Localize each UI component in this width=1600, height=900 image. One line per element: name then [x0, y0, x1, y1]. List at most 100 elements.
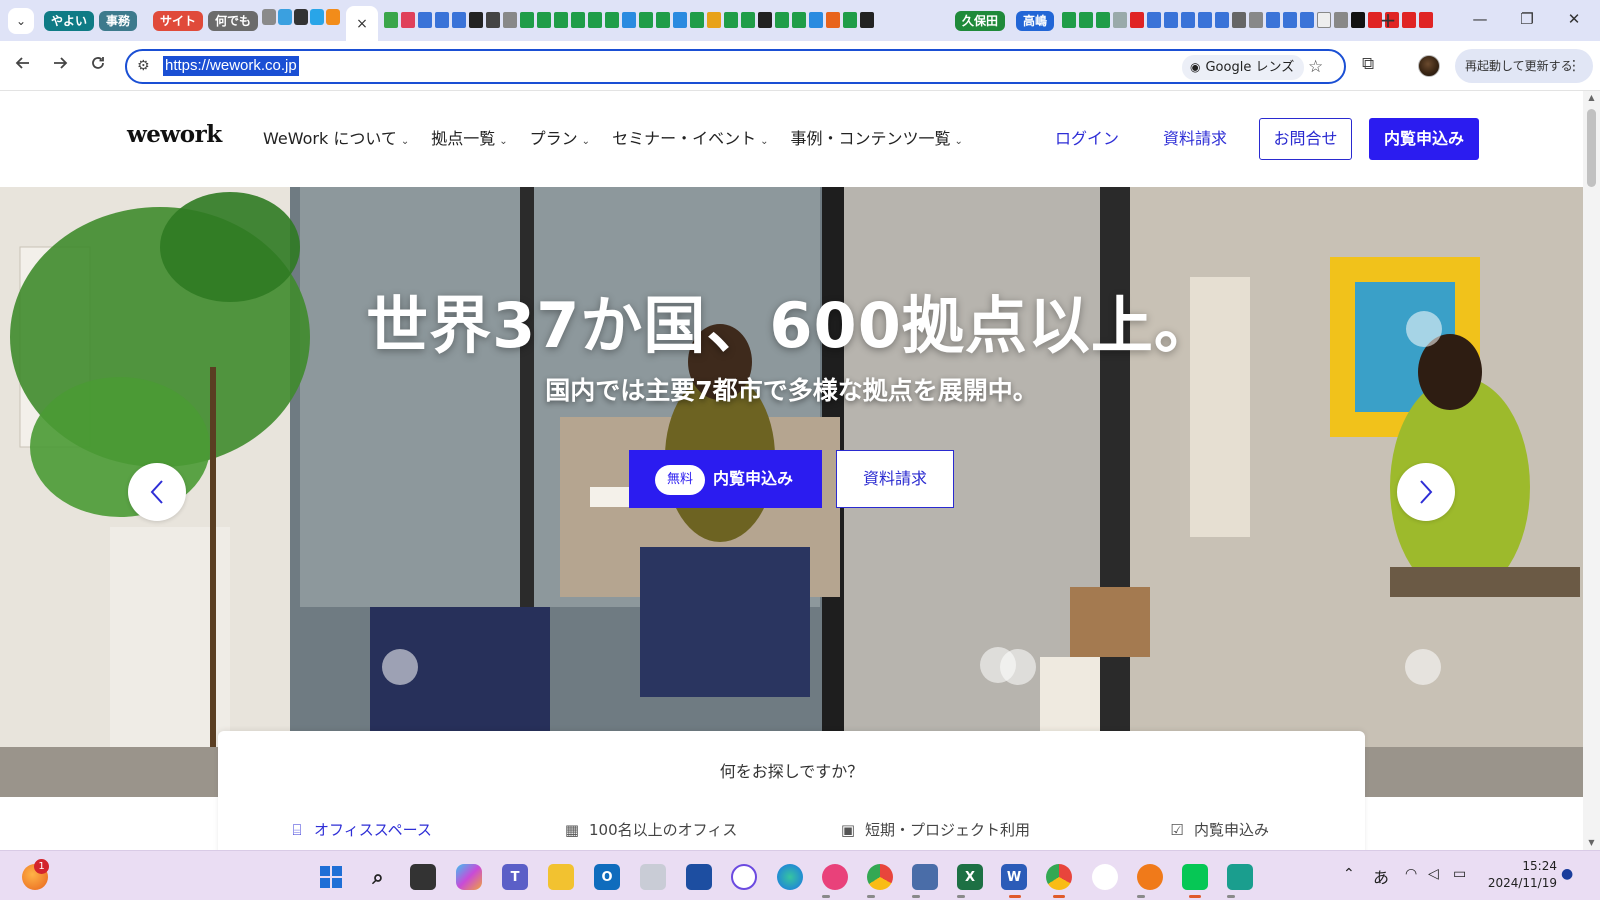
settings-app-icon[interactable] — [640, 864, 666, 890]
tab-group-takashima[interactable]: 高嶋 — [1016, 11, 1055, 31]
tab-favicon[interactable] — [1317, 12, 1331, 28]
minimize-button[interactable]: — — [1468, 10, 1492, 28]
tab-favicon[interactable] — [809, 12, 823, 28]
nav-locations[interactable]: 拠点一覧 ⌄ — [431, 127, 507, 154]
tab-favicon[interactable] — [1402, 12, 1416, 28]
tab-favicon[interactable] — [758, 12, 772, 28]
tab-group-nandemo[interactable]: 何でも — [208, 11, 259, 31]
notification-bell-icon[interactable]: ● — [1561, 866, 1573, 882]
tab-group-jimu[interactable]: 事務 — [99, 11, 138, 31]
tab-favicon[interactable] — [1334, 12, 1348, 28]
tab-favicon[interactable] — [452, 12, 466, 28]
forward-button[interactable] — [48, 54, 72, 78]
tab-favicon[interactable] — [843, 12, 857, 28]
tab-favicon[interactable] — [537, 12, 551, 28]
tab-favicon[interactable] — [707, 12, 721, 28]
nav-plans[interactable]: プラン ⌄ — [530, 127, 590, 154]
tab-favicon[interactable] — [656, 12, 670, 28]
file-explorer-icon[interactable] — [548, 864, 574, 890]
tab-favicon[interactable] — [1113, 12, 1127, 28]
wework-logo[interactable]: wework — [127, 121, 222, 148]
tab-favicon[interactable] — [401, 12, 415, 28]
system-clock[interactable]: 15:24 2024/11/19 — [1487, 858, 1557, 892]
profile-avatar[interactable] — [1418, 55, 1440, 77]
tab-favicon[interactable] — [1266, 12, 1280, 28]
tab-search-button[interactable]: ⌄ — [8, 8, 34, 34]
tab-favicon[interactable] — [554, 12, 568, 28]
chrome-icon[interactable] — [1046, 864, 1072, 890]
volume-icon[interactable]: ◁ — [1428, 866, 1439, 882]
task-view-icon[interactable] — [410, 864, 436, 890]
tab-favicon[interactable] — [860, 12, 874, 28]
tab-favicon[interactable] — [792, 12, 806, 28]
search-option-large-office[interactable]: ▦ 100名以上のオフィス — [563, 819, 737, 840]
tab-favicon[interactable] — [724, 12, 738, 28]
tab-favicon[interactable] — [826, 12, 840, 28]
tab-favicon[interactable] — [469, 12, 483, 28]
brochure-link[interactable]: 資料請求 — [1163, 127, 1227, 151]
tab-favicon[interactable] — [503, 12, 517, 28]
page-scrollbar[interactable]: ▲ ▼ — [1583, 91, 1600, 850]
tab-favicon[interactable] — [605, 12, 619, 28]
tab-favicon[interactable] — [571, 12, 585, 28]
battery-icon[interactable]: ▭ — [1453, 866, 1466, 882]
word-icon[interactable]: W — [1001, 864, 1027, 890]
bookmark-star-icon[interactable]: ☆ — [1308, 57, 1323, 77]
close-window-button[interactable]: ✕ — [1562, 10, 1586, 28]
app-shortcut-icon[interactable] — [1137, 864, 1163, 890]
tab-favicon[interactable] — [1096, 12, 1110, 28]
tab-favicon[interactable] — [1283, 12, 1297, 28]
tab-favicon[interactable] — [1079, 12, 1093, 28]
tab-favicon[interactable] — [435, 12, 449, 28]
reload-button[interactable] — [86, 54, 110, 78]
active-tab[interactable]: × — [346, 6, 378, 42]
tab-favicon[interactable] — [673, 12, 687, 28]
carousel-next-button[interactable] — [1397, 463, 1455, 521]
tour-request-button[interactable]: 内覧申込み — [1369, 118, 1479, 160]
app-shortcut-icon[interactable] — [731, 864, 757, 890]
chrome-profile-icon[interactable] — [867, 864, 893, 890]
login-link[interactable]: ログイン — [1055, 127, 1119, 151]
tab-favicon[interactable] — [278, 9, 292, 25]
hotspot-dot[interactable] — [382, 649, 418, 685]
hero-tour-button[interactable]: 無料 内覧申込み — [629, 450, 822, 508]
address-bar[interactable]: ⚙ https://wework.co.jp ◉ Google レンズ ☆ — [125, 49, 1346, 84]
outlook-icon[interactable]: O — [594, 864, 620, 890]
app-shortcut-icon[interactable] — [1092, 864, 1118, 890]
new-tab-button[interactable]: + — [1377, 9, 1399, 31]
teams-icon[interactable]: T — [502, 864, 528, 890]
start-button[interactable] — [318, 864, 344, 890]
hotspot-dot[interactable] — [1405, 649, 1441, 685]
copilot-icon[interactable] — [456, 864, 482, 890]
back-button[interactable] — [11, 54, 35, 78]
app-shortcut-icon[interactable] — [822, 864, 848, 890]
tab-group-kubota[interactable]: 久保田 — [955, 11, 1006, 31]
snipping-tool-icon[interactable] — [686, 864, 712, 890]
hero-brochure-button[interactable]: 資料請求 — [836, 450, 954, 508]
hotspot-dot[interactable] — [1000, 649, 1036, 685]
tab-favicon[interactable] — [1300, 12, 1314, 28]
search-option-tour[interactable]: ☑ 内覧申込み — [1168, 819, 1269, 840]
restore-button[interactable]: ❐ — [1515, 10, 1539, 28]
google-lens-button[interactable]: ◉ Google レンズ — [1182, 55, 1305, 80]
tab-favicon[interactable] — [1181, 12, 1195, 28]
tab-favicon[interactable] — [1147, 12, 1161, 28]
extensions-icon[interactable]: ⧉ — [1362, 54, 1374, 74]
tab-favicon[interactable] — [639, 12, 653, 28]
app-shortcut-icon[interactable] — [1227, 864, 1253, 890]
tab-favicon[interactable] — [588, 12, 602, 28]
tab-favicon[interactable] — [384, 12, 398, 28]
tab-favicon[interactable] — [1232, 12, 1246, 28]
tab-favicon[interactable] — [1419, 12, 1433, 28]
carousel-prev-button[interactable] — [128, 463, 186, 521]
excel-icon[interactable]: X — [957, 864, 983, 890]
nav-about[interactable]: WeWork について ⌄ — [263, 127, 409, 154]
close-tab-icon[interactable]: × — [356, 16, 368, 32]
tab-favicon[interactable] — [262, 9, 276, 25]
tray-overflow-icon[interactable]: ⌃ — [1343, 866, 1355, 882]
wifi-icon[interactable]: ◠ — [1405, 866, 1417, 882]
site-info-icon[interactable]: ⚙ — [137, 58, 150, 74]
scroll-up-arrow-icon[interactable]: ▲ — [1583, 91, 1600, 105]
tab-favicon[interactable] — [1215, 12, 1229, 28]
search-icon[interactable]: ⌕ — [365, 864, 391, 890]
